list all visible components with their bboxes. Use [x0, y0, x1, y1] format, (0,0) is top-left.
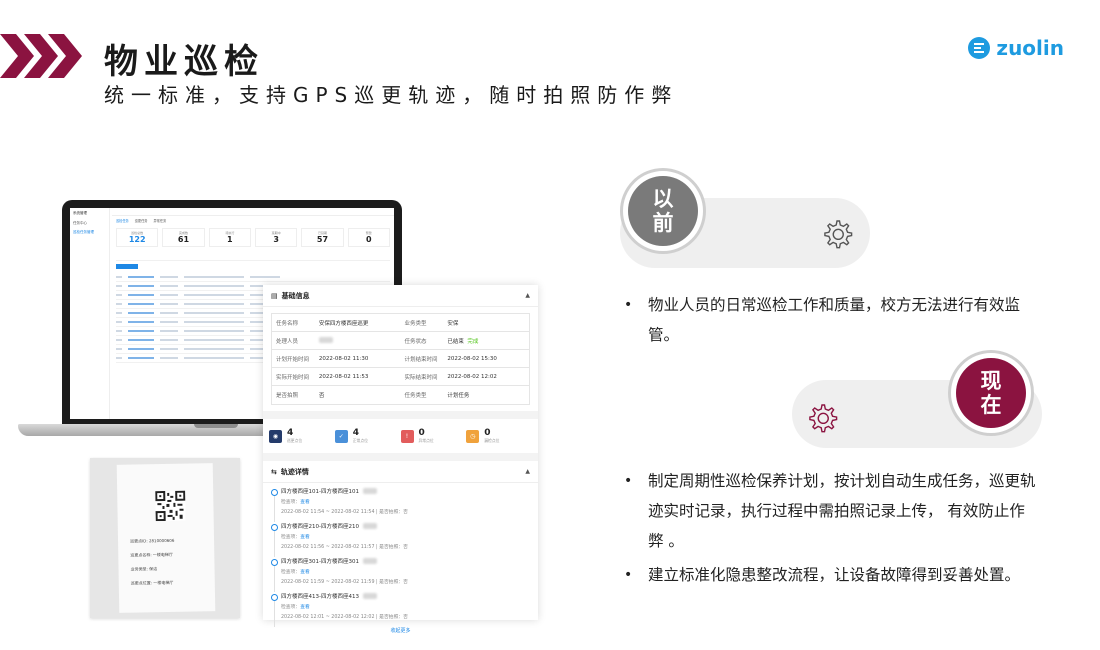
section-divider — [263, 453, 538, 461]
track-timeline: 四方楼西座101-四方楼西座101 检查项：查看 2022-08-02 11:5… — [263, 483, 538, 634]
blurred-name — [362, 593, 377, 599]
view-check-link[interactable]: 查看 — [300, 500, 310, 505]
tab-patrol[interactable]: 巡检任务 — [116, 218, 129, 223]
app-tabs: 巡检任务 巡更任务 异常任务 — [112, 216, 394, 225]
laptop-notch — [194, 424, 238, 428]
brand-logo: zuolin — [968, 36, 1064, 60]
blurred-name — [362, 558, 377, 564]
track-title: 轨迹详情 — [280, 467, 309, 476]
tab-exception[interactable]: 异常任务 — [154, 218, 167, 223]
after-label-2: 在 — [980, 393, 1002, 417]
gear-icon — [809, 404, 838, 433]
collapse-icon[interactable]: ▲ — [525, 468, 530, 475]
before-circle: 以 前 — [620, 168, 706, 254]
check-icon: ✓ — [334, 429, 348, 443]
info-row: 计划开始时间 2022-08-02 11:30 计划结束时间 2022-08-02 … — [272, 350, 529, 368]
timeline-item: 四方楼西座210-四方楼西座210 检查项：查看 2022-08-02 11:5… — [271, 522, 530, 557]
info-row: 任务名称 安保四方楼西座巡更 业务类型 安保 — [272, 314, 529, 332]
brand-name: zuolin — [996, 36, 1064, 60]
blurred-name — [362, 523, 377, 529]
after-bullets: 制定周期性巡检保养计划，按计划自动生成任务，巡更轨迹实时记录，执行过程中需拍照记… — [620, 466, 1040, 590]
filter-bar[interactable] — [116, 253, 390, 261]
counter-total: ◉ 4 巡更点位 — [269, 428, 335, 444]
app-sidebar: 系统管理 任务中心 巡检任务管理 — [70, 208, 110, 419]
info-row: 是否拍照否 任务类型 计划任务 — [276, 393, 470, 399]
basic-info-table: 任务名称 安保四方楼西座巡更 业务类型 安保 处理人员 任务状态 已结束 完成 计划开… — [271, 313, 530, 405]
info-row: 处理人员 任务状态 已结束 完成 — [272, 332, 529, 350]
track-header[interactable]: ⇆ 轨迹详情 ▲ — [263, 461, 538, 483]
blurred-name — [318, 336, 333, 343]
stat-cards: 巡检总数 122 完成数 61 待执行 1 延期中 3 已延期 57 预警 0 — [112, 225, 394, 250]
brand-logo-icon — [968, 37, 991, 59]
table-row[interactable] — [116, 273, 390, 282]
receipt-line: 巡更点ID: 2810000606 — [130, 537, 175, 544]
blurred-name — [362, 488, 377, 494]
after-label-1: 现 — [980, 369, 1002, 393]
sidebar-item[interactable]: 任务中心 — [70, 219, 109, 228]
basic-info-title: 基础信息 — [281, 291, 310, 300]
receipt-line: 业务类型: 保洁 — [130, 566, 158, 572]
receipt-line: 巡更点名称: 一楼电梯厅 — [130, 551, 173, 558]
timeline-item: 四方楼西座413-四方楼西座413 检查项：查看 2022-08-02 12:0… — [271, 592, 530, 627]
tab-route[interactable]: 巡更任务 — [135, 218, 148, 223]
stat-card[interactable]: 预警 0 — [347, 228, 390, 247]
gear-icon — [824, 220, 853, 249]
qr-code-icon — [155, 490, 186, 522]
bullet-item: 制定周期性巡检保养计划，按计划自动生成任务，巡更轨迹实时记录，执行过程中需拍照记… — [620, 466, 1040, 556]
timeline-item: 四方楼西座101-四方楼西座101 检查项：查看 2022-08-02 11:5… — [271, 487, 530, 522]
stat-card[interactable]: 待执行 1 — [208, 228, 251, 247]
collapse-icon[interactable]: ▲ — [525, 292, 530, 299]
stat-card[interactable]: 完成数 61 — [162, 228, 205, 247]
point-counters: ◉ 4 巡更点位 ✓ 4 正常点位 ! 0 异常点位 ◷ 0 漏检点位 — [263, 419, 538, 453]
stat-card[interactable]: 延期中 3 — [254, 228, 298, 247]
document-icon: ▤ — [271, 291, 278, 300]
bullet-item: 建立标准化隐患整改流程，让设备故障得到妥善处置。 — [620, 560, 1040, 590]
info-row: 实际开始时间 2022-08-02 11:53 实际结束时间 2022-08-02 … — [272, 368, 529, 386]
checkpoint-receipt-photo: 巡更点ID: 2810000606 巡更点名称: 一楼电梯厅 业务类型: 保洁 … — [90, 458, 240, 618]
collapse-more-link[interactable]: 收起更多 — [271, 627, 530, 634]
new-task-button[interactable] — [116, 264, 138, 269]
counter-abnormal: ! 0 异常点位 — [400, 428, 467, 444]
location-pin-icon: ◉ — [269, 429, 282, 443]
sidebar-item-active[interactable]: 巡检任务管理 — [70, 228, 109, 237]
sidebar-item[interactable]: 系统管理 — [70, 208, 109, 219]
page-subtitle: 统一标准，支持GPS巡更轨迹，随时拍照防作弊 — [104, 83, 679, 107]
task-detail-card: ▤ 基础信息 ▲ 任务名称 安保四方楼西座巡更 业务类型 安保 处理人员 任务状态已… — [263, 285, 538, 634]
chevron-decoration-icon — [0, 34, 82, 78]
warning-icon: ! — [400, 429, 414, 443]
receipt-line: 巡更点位置: 一楼电梯厅 — [130, 579, 174, 586]
view-check-link[interactable]: 查看 — [300, 570, 310, 575]
app-topbar — [112, 208, 394, 216]
counter-missed: ◷ 0 漏检点位 — [466, 428, 532, 444]
stat-card[interactable]: 已延期 57 — [301, 228, 344, 247]
timeline-item: 四方楼西座301-四方楼西座301 检查项：查看 2022-08-02 11:5… — [271, 557, 530, 592]
counter-normal: ✓ 4 正常点位 — [334, 428, 401, 444]
stat-card[interactable]: 巡检总数 122 — [116, 228, 159, 247]
before-label-2: 前 — [652, 211, 674, 235]
view-check-link[interactable]: 查看 — [300, 605, 310, 610]
receipt-paper: 巡更点ID: 2810000606 巡更点名称: 一楼电梯厅 业务类型: 保洁 … — [116, 463, 216, 613]
after-circle: 现 在 — [948, 350, 1034, 436]
page-title: 物业巡检 — [104, 42, 264, 82]
view-check-link[interactable]: 查看 — [300, 535, 310, 540]
before-bullets: 物业人员的日常巡检工作和质量，校方无法进行有效监管。 — [620, 290, 1040, 350]
before-label-1: 以 — [652, 187, 674, 211]
route-icon: ⇆ — [271, 467, 277, 476]
bullet-item: 物业人员的日常巡检工作和质量，校方无法进行有效监管。 — [620, 290, 1040, 350]
status-badge: 完成 — [467, 338, 479, 345]
clock-icon: ◷ — [466, 429, 480, 443]
section-divider — [263, 411, 538, 419]
basic-info-header[interactable]: ▤ 基础信息 ▲ — [263, 285, 538, 307]
